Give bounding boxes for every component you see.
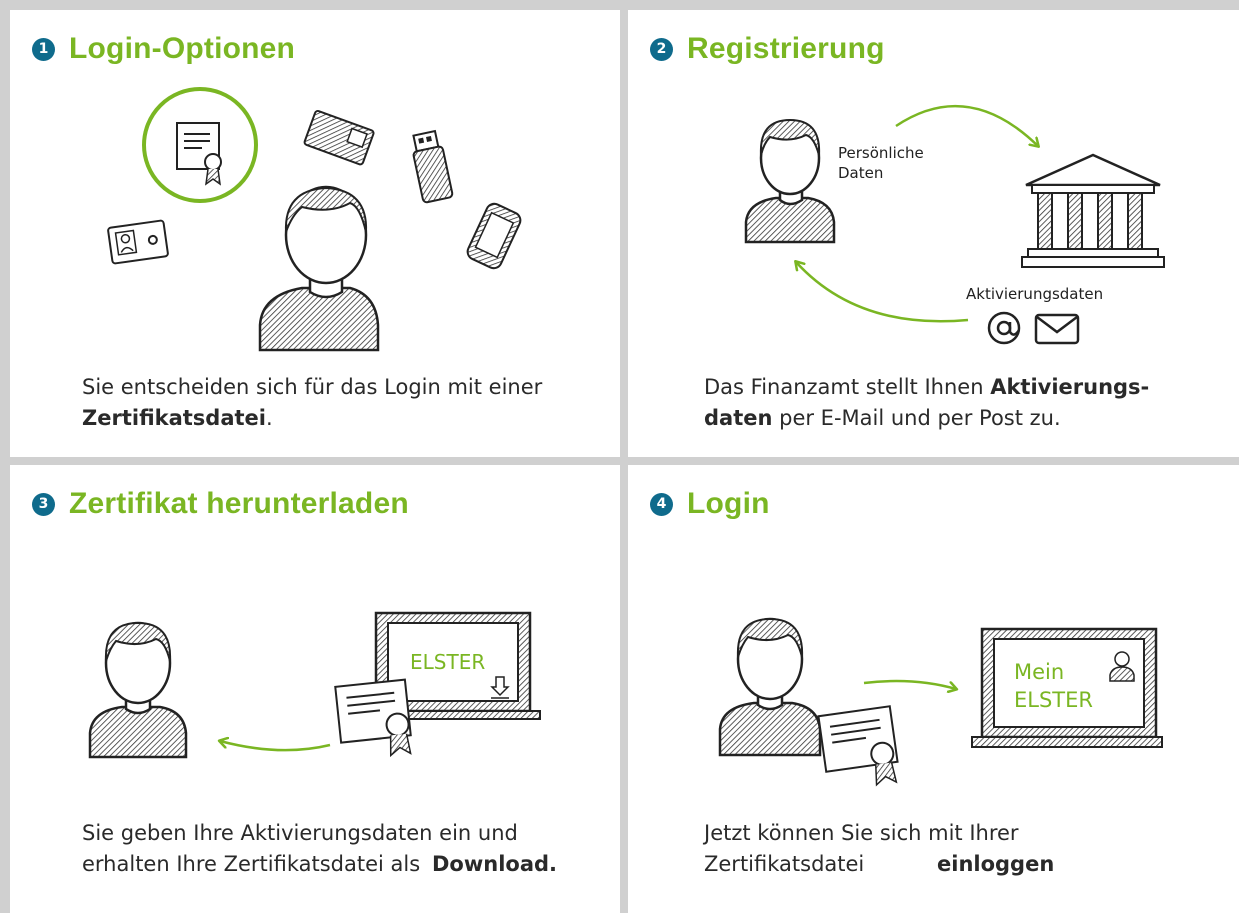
- desc-bold-text-b: daten: [704, 406, 773, 430]
- certificate-icon: [176, 122, 222, 186]
- desc-bold-text: einloggen: [937, 852, 1055, 876]
- desc-bold-text: Download.: [432, 852, 558, 876]
- desc-bold-text: Zertifikatsdatei: [82, 406, 266, 430]
- desc-bold-text-a: Aktivierungs-: [990, 375, 1150, 399]
- person-icon: [88, 621, 188, 759]
- steps-diagram: 1 Login-Optionen Sie entscheiden sich fü…: [0, 0, 1239, 913]
- personal-data-label-1: Persönliche: [838, 144, 924, 162]
- login-options-illustration: [107, 87, 522, 352]
- at-sign-icon: [987, 311, 1021, 345]
- person-icon: [258, 185, 380, 352]
- step-2-panel: 2 Registrierung Persönliche Daten Aktivi…: [628, 10, 1239, 457]
- desc-text-end: per E-Mail und per Post zu.: [772, 406, 1061, 430]
- smartphone-icon: [466, 202, 522, 270]
- elster-screen-text: ELSTER: [1014, 688, 1093, 712]
- arrow-to-person: [220, 741, 331, 752]
- download-certificate-illustration: ELSTER: [88, 611, 541, 759]
- person-icon: [718, 617, 822, 757]
- personal-data-label-2: Daten: [838, 164, 883, 182]
- usb-stick-icon: [412, 129, 454, 204]
- step-4-panel: 4 Login Mein ELSTER Jetzt können Sie sic…: [628, 465, 1239, 913]
- activation-data-label: Aktivierungsdaten: [966, 285, 1103, 303]
- step-1-panel: 1 Login-Optionen Sie entscheiden sich fü…: [10, 10, 620, 457]
- desc-text: Sie entscheiden sich für das Login mit e…: [82, 375, 543, 399]
- certificate-icon: [817, 705, 899, 787]
- certificate-icon: [334, 678, 412, 758]
- desc-text: Das Finanzamt stellt Ihnen: [704, 375, 991, 399]
- tax-office-building-icon: [1021, 153, 1165, 268]
- step-2-description: Das Finanzamt stellt Ihnen Aktivierungs-…: [704, 372, 1149, 434]
- login-illustration: Mein ELSTER: [718, 617, 1163, 787]
- desc-text-end: .: [1040, 852, 1047, 876]
- arrow-to-laptop: [863, 679, 956, 689]
- arrow-to-person: [796, 262, 969, 323]
- desc-text-end: .: [266, 406, 273, 430]
- id-card-icon: [107, 219, 169, 265]
- step-1-description: Sie entscheiden sich für das Login mit e…: [82, 372, 542, 434]
- person-icon: [744, 118, 836, 244]
- step-3-description: Sie geben Ihre Aktivierungsdaten ein und…: [82, 818, 602, 880]
- registration-illustration: Persönliche Daten Aktivierungsdaten: [744, 104, 1165, 345]
- smartcard-icon: [303, 109, 375, 166]
- arrow-to-tax-office: [895, 104, 1038, 146]
- step-3-panel: 3 Zertifikat herunterladen ELSTER Sie ge…: [10, 465, 620, 913]
- elster-screen-text: ELSTER: [410, 650, 485, 674]
- step-4-description: Jetzt können Sie sich mit Ihrer Zertifik…: [704, 818, 1064, 880]
- envelope-icon: [1034, 313, 1080, 345]
- mein-screen-text: Mein: [1014, 660, 1064, 684]
